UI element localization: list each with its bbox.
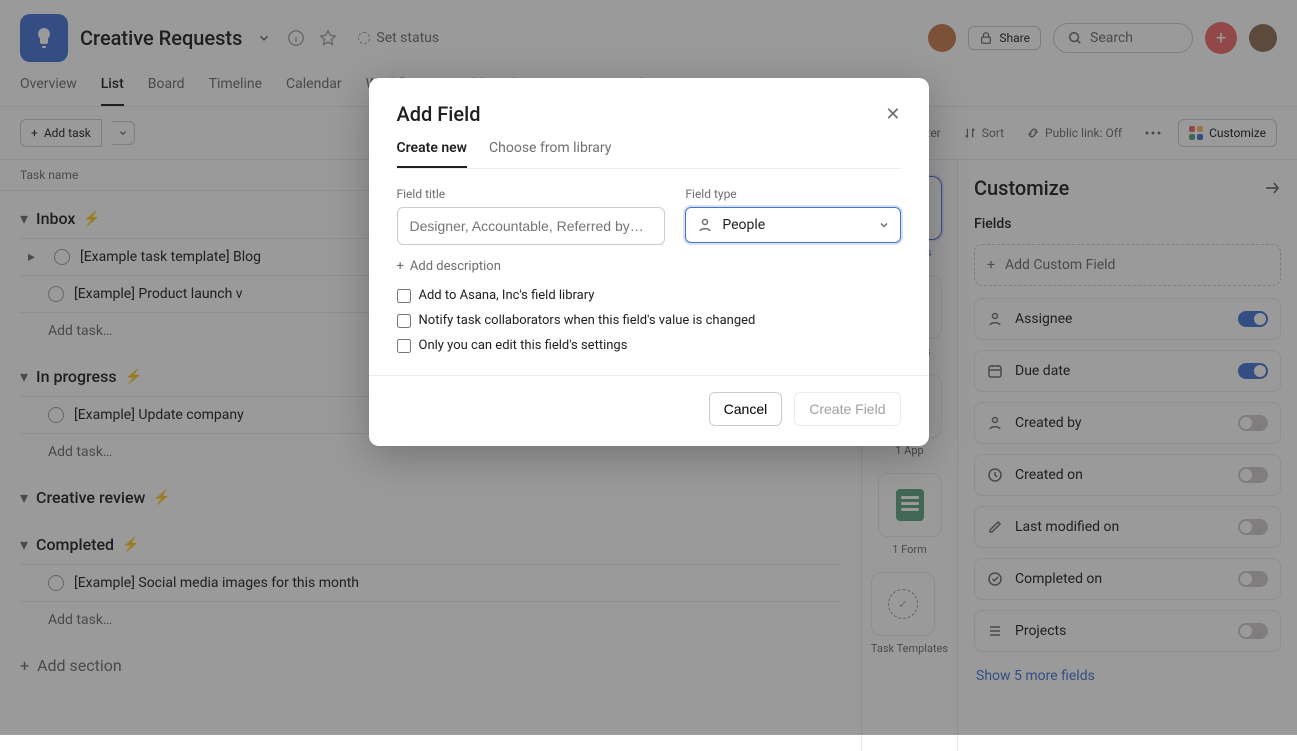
modal-overlay[interactable]: Add Field ✕ Create new Choose from libra… — [0, 0, 1297, 735]
field-title-input[interactable] — [397, 207, 666, 245]
checkbox-only-you-edit[interactable]: Only you can edit this field's settings — [397, 338, 901, 353]
close-icon[interactable]: ✕ — [885, 104, 900, 125]
modal-title: Add Field — [397, 102, 481, 126]
add-field-modal: Add Field ✕ Create new Choose from libra… — [369, 78, 929, 446]
plus-icon: + — [397, 259, 404, 274]
add-description-label: Add description — [410, 259, 501, 274]
modal-tab-create-new[interactable]: Create new — [397, 140, 468, 168]
cancel-button[interactable]: Cancel — [709, 392, 783, 426]
modal-tab-choose-library[interactable]: Choose from library — [489, 140, 611, 168]
field-title-label: Field title — [397, 187, 666, 201]
field-type-select[interactable]: People — [685, 207, 900, 243]
checkbox-input[interactable] — [397, 314, 411, 328]
checkbox-label: Add to Asana, Inc's field library — [419, 288, 595, 303]
field-type-label: Field type — [685, 187, 900, 201]
checkbox-add-to-library[interactable]: Add to Asana, Inc's field library — [397, 288, 901, 303]
modal-tabs: Create new Choose from library — [397, 140, 901, 169]
person-icon — [696, 216, 714, 234]
checkbox-label: Notify task collaborators when this fiel… — [419, 313, 756, 328]
field-type-value: People — [722, 217, 765, 233]
checkbox-label: Only you can edit this field's settings — [419, 338, 628, 353]
chevron-down-icon — [878, 219, 890, 231]
checkbox-notify-collaborators[interactable]: Notify task collaborators when this fiel… — [397, 313, 901, 328]
checkbox-input[interactable] — [397, 289, 411, 303]
create-field-button[interactable]: Create Field — [794, 392, 900, 426]
add-description-button[interactable]: + Add description — [397, 259, 901, 274]
checkbox-input[interactable] — [397, 339, 411, 353]
